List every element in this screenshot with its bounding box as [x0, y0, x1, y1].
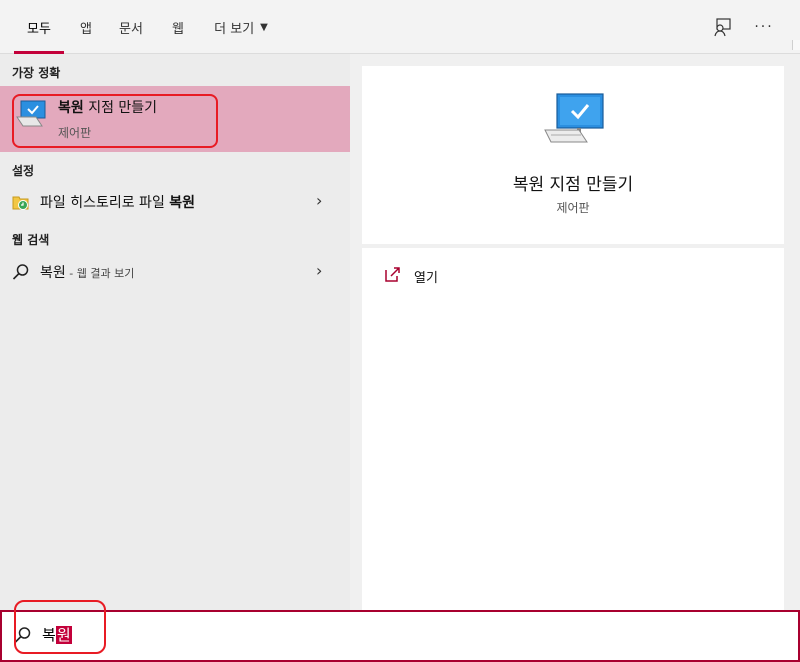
feedback-button[interactable]	[708, 13, 736, 41]
scrollbar-stub	[792, 40, 800, 50]
open-action[interactable]: 열기	[376, 262, 576, 290]
tab-web-label: 웹	[172, 21, 184, 37]
caret-down-icon: ▼	[260, 21, 268, 33]
feedback-icon	[714, 18, 731, 37]
detail-scrollbar[interactable]	[790, 54, 800, 610]
tab-more[interactable]: 더 보기 ▼	[206, 0, 276, 54]
best-match-title-bold: 복원	[58, 100, 84, 116]
search-typed-text: 복	[42, 626, 56, 644]
monitor-checkmark-icon	[16, 100, 46, 127]
search-input[interactable]: 복원	[42, 624, 72, 645]
tab-apps-label: 앱	[80, 21, 92, 37]
section-web-search: 웹 검색	[12, 233, 50, 247]
section-best-match: 가장 정확	[12, 66, 61, 80]
tab-documents-label: 문서	[119, 21, 143, 37]
section-settings: 설정	[12, 164, 35, 178]
file-history-label-prefix: 파일 히스토리로 파일	[40, 195, 170, 211]
best-match-item[interactable]	[0, 86, 350, 152]
chevron-right-icon: ›	[316, 191, 323, 210]
chevron-right-icon: ›	[316, 261, 323, 280]
best-match-subtitle: 제어판	[58, 126, 92, 140]
open-icon	[385, 267, 400, 282]
file-history-label: 파일 히스토리로 파일 복원	[40, 192, 195, 212]
detail-subtitle: 제어판	[556, 201, 590, 215]
file-history-icon	[12, 196, 29, 210]
search-icon	[12, 264, 29, 280]
web-search-result[interactable]: 복원 - 웹 결과 보기 ›	[0, 254, 350, 288]
tab-all-label: 모두	[27, 21, 51, 37]
open-action-label: 열기	[414, 271, 438, 286]
web-search-suffix: - 웹 결과 보기	[65, 267, 135, 280]
search-ime-composition: 원	[55, 626, 72, 644]
web-search-query: 복원	[40, 265, 66, 281]
web-search-label: 복원 - 웹 결과 보기	[40, 262, 134, 282]
more-dots-icon: ···	[754, 19, 774, 35]
tab-all[interactable]: 모두	[14, 0, 64, 54]
more-options-button[interactable]: ···	[750, 13, 778, 41]
monitor-checkmark-icon	[544, 93, 604, 143]
tab-web[interactable]: 웹	[164, 0, 192, 54]
detail-actions-card	[362, 248, 784, 610]
detail-title: 복원 지점 만들기	[512, 175, 634, 195]
tab-apps[interactable]: 앱	[72, 0, 100, 54]
tab-documents[interactable]: 문서	[112, 0, 150, 54]
search-icon	[14, 627, 31, 643]
tab-more-label: 더 보기	[214, 21, 255, 37]
file-history-label-bold: 복원	[169, 195, 196, 211]
best-match-title-rest: 지점 만들기	[83, 100, 158, 116]
search-box[interactable]: 복원	[0, 610, 800, 662]
search-filter-bar: 모두 앱 문서 웹 더 보기 ▼ ···	[0, 0, 800, 54]
best-match-title: 복원 지점 만들기	[58, 97, 157, 117]
settings-result-file-history[interactable]: 파일 히스토리로 파일 복원 ›	[0, 184, 350, 218]
